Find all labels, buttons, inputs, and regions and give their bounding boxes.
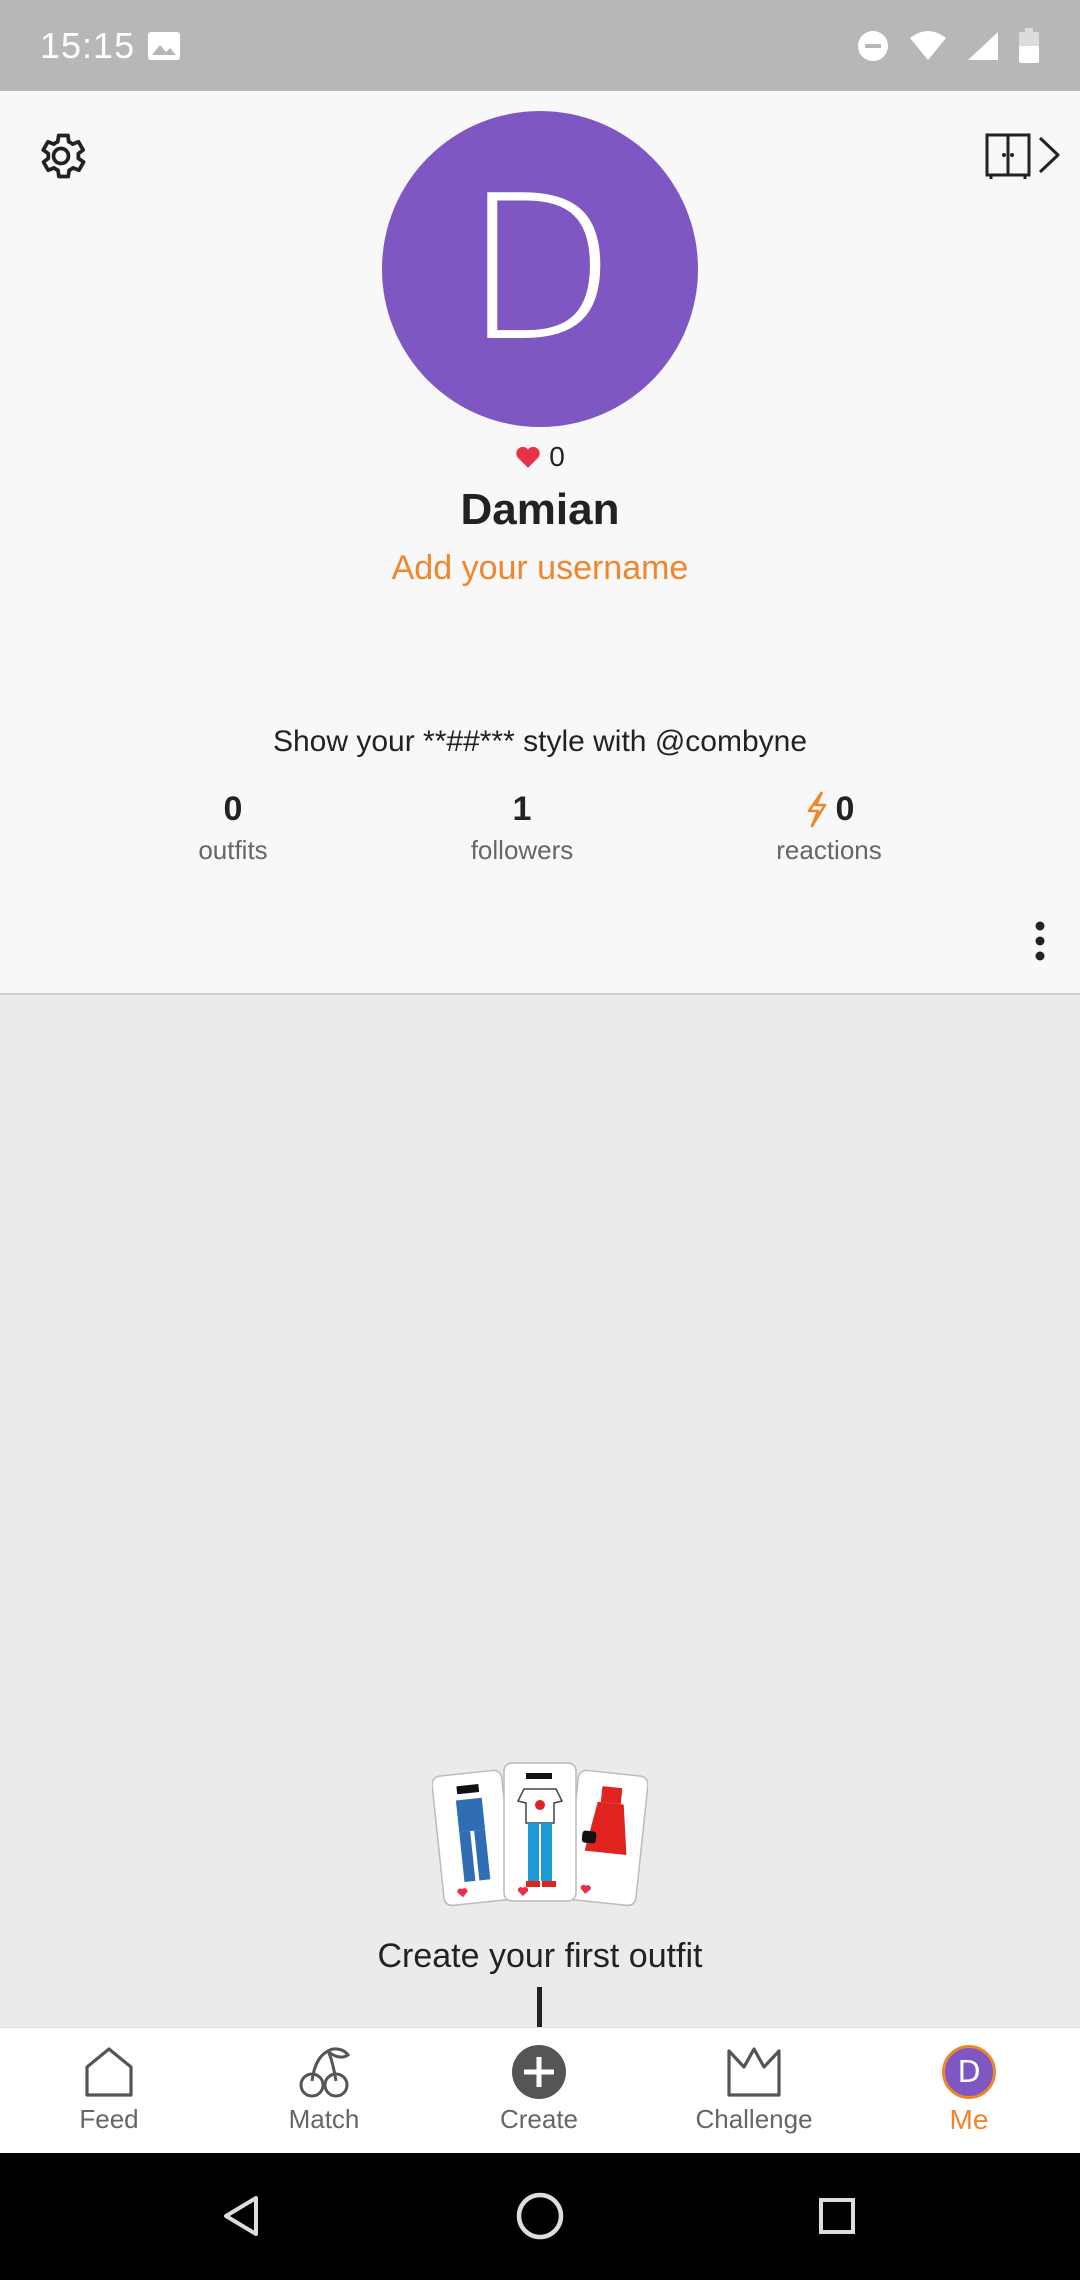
stat-value: 0 <box>223 789 243 828</box>
nav-item-create[interactable]: Create <box>439 2028 639 2154</box>
stat-outfits[interactable]: 0 outfits <box>113 787 353 866</box>
profile-avatar[interactable]: D <box>382 111 698 427</box>
gear-icon <box>41 133 86 179</box>
do-not-disturb-icon <box>858 30 888 61</box>
stat-label: outfits <box>198 835 268 865</box>
lightning-icon <box>807 791 826 828</box>
nav-item-challenge[interactable]: Challenge <box>654 2028 854 2154</box>
cell-signal-icon <box>968 31 998 60</box>
nav-item-match[interactable]: Match <box>224 2028 424 2154</box>
nav-item-me[interactable]: D Me <box>869 2028 1069 2154</box>
recents-square-icon <box>819 2198 855 2234</box>
display-name: Damian <box>460 485 620 534</box>
home-button[interactable] <box>505 2181 575 2251</box>
profile-stats: 0 outfits 1 followers 0 reactions <box>0 787 1080 877</box>
back-triangle-icon <box>224 2196 258 2236</box>
profile-bio: Show your **##*** style with @combyne <box>272 725 808 758</box>
plus-circle-icon <box>512 2045 566 2099</box>
pointer-line <box>537 1987 542 2027</box>
likes-count-row: 0 <box>0 437 1080 477</box>
nav-item-feed[interactable]: Feed <box>9 2028 209 2154</box>
add-username-link[interactable]: Add your username <box>0 549 1080 588</box>
outfit-cards-illustration <box>432 1762 648 1907</box>
wardrobe-button[interactable] <box>982 125 1066 185</box>
status-bar: 15:15 <box>0 0 1080 91</box>
profile-header: D 0 Damian Add your username Show your *… <box>0 91 1080 995</box>
crown-icon <box>727 2047 781 2097</box>
image-notification-icon <box>148 31 181 60</box>
recents-button[interactable] <box>802 2181 872 2251</box>
back-button[interactable] <box>207 2181 277 2251</box>
wifi-icon <box>910 30 946 60</box>
nav-label: Challenge <box>695 2104 813 2134</box>
cherries-icon <box>299 2047 351 2098</box>
more-options-button[interactable] <box>1020 911 1060 971</box>
bottom-nav: Feed Match Create Challenge D Me <box>0 2027 1080 2153</box>
stat-label: followers <box>470 835 574 865</box>
more-vertical-icon <box>1035 921 1045 961</box>
settings-button[interactable] <box>30 125 92 187</box>
wardrobe-icon <box>985 133 1060 179</box>
battery-icon <box>1019 27 1039 63</box>
system-nav-bar <box>0 2153 1080 2280</box>
outfits-empty-state: Create your first outfit <box>0 997 1080 2027</box>
stat-value: 1 <box>512 789 532 828</box>
nav-label: Create <box>499 2104 579 2134</box>
heart-icon <box>516 446 540 468</box>
stat-label: reactions <box>776 835 882 865</box>
stat-reactions[interactable]: 0 reactions <box>709 787 949 866</box>
status-icons <box>856 27 1040 64</box>
home-icon <box>85 2047 133 2097</box>
stat-value: 0 <box>709 787 949 831</box>
stat-followers[interactable]: 1 followers <box>402 787 642 866</box>
home-circle-icon <box>516 2192 564 2240</box>
nav-avatar: D <box>942 2045 996 2099</box>
nav-label: Feed <box>79 2104 139 2134</box>
reactions-count: 0 <box>835 789 855 828</box>
status-time: 15:15 <box>40 24 136 66</box>
create-first-outfit-text[interactable]: Create your first outfit <box>0 1937 1080 1976</box>
nav-label: Me <box>949 2104 989 2135</box>
app-screen: 15:15 D 0 Damian Add your username Show … <box>0 0 1080 2280</box>
likes-count: 0 <box>549 441 565 472</box>
nav-label: Match <box>288 2104 360 2134</box>
